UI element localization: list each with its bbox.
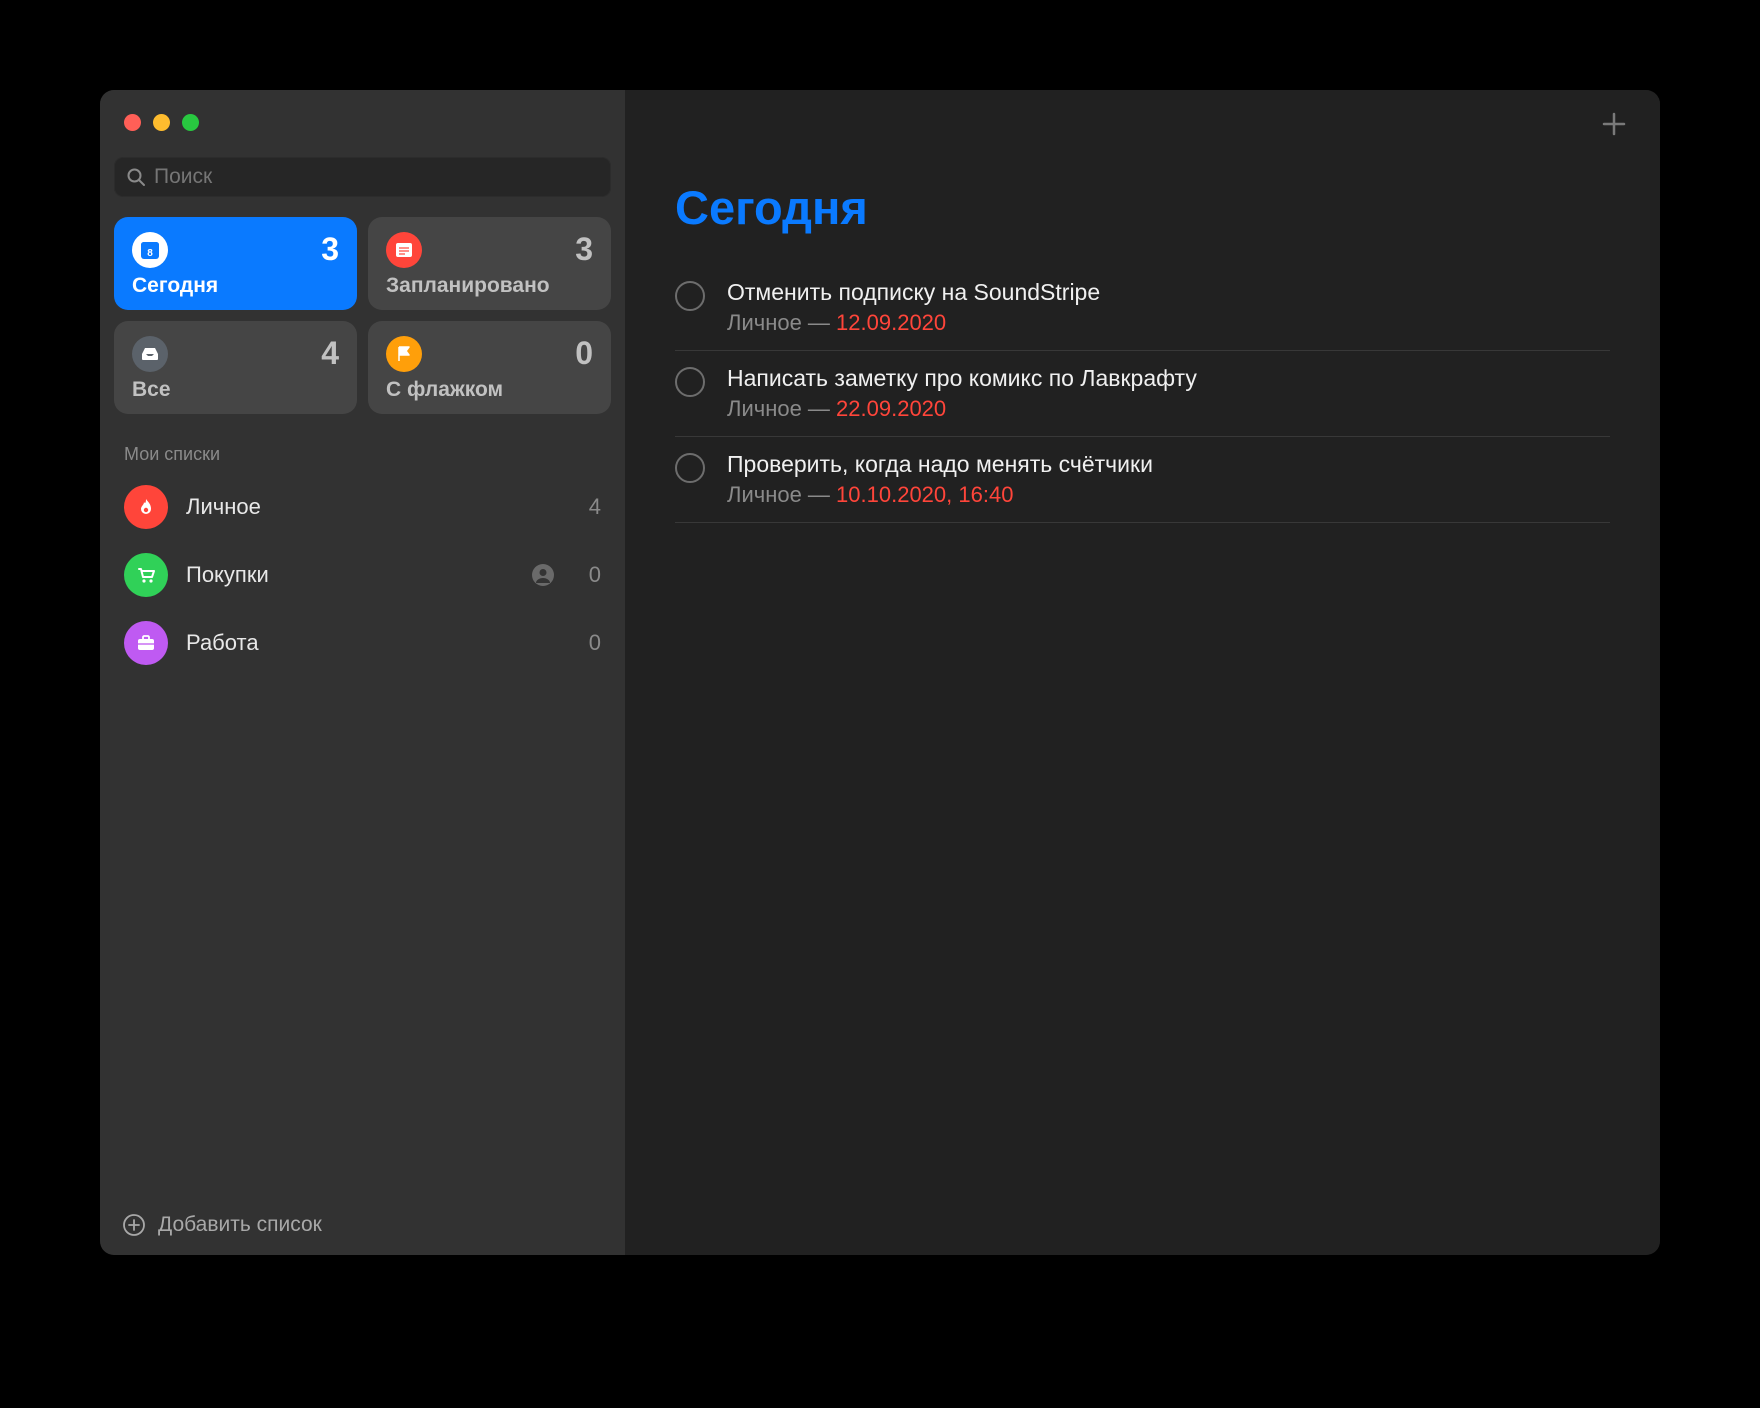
smart-label: Сегодня — [132, 274, 339, 298]
smart-count: 3 — [321, 231, 339, 268]
reminder-list-name: Личное — — [727, 396, 836, 421]
list-item-work[interactable]: Работа 0 — [114, 609, 611, 677]
smart-label: С флажком — [386, 378, 593, 402]
list-count: 0 — [583, 630, 601, 656]
complete-checkbox[interactable] — [675, 281, 705, 311]
smart-label: Запланировано — [386, 274, 593, 298]
smart-list-all[interactable]: 4 Все — [114, 321, 357, 414]
reminder-list-name: Личное — — [727, 310, 836, 335]
lists-header: Мои списки — [114, 444, 611, 473]
reminder-title: Отменить подписку на SoundStripe — [727, 279, 1610, 306]
main-panel: Сегодня Отменить подписку на SoundStripe… — [625, 90, 1660, 1255]
app-window: 8 3 Сегодня — [100, 90, 1660, 1255]
briefcase-icon — [124, 621, 168, 665]
reminder-list-name: Личное — — [727, 482, 836, 507]
reminder-title: Написать заметку про комикс по Лавкрафту — [727, 365, 1610, 392]
search-input[interactable] — [154, 165, 599, 189]
reminder-date: 12.09.2020 — [836, 310, 946, 335]
page-title: Сегодня — [675, 180, 1610, 235]
list-count: 4 — [583, 494, 601, 520]
smart-list-scheduled[interactable]: 3 Запланировано — [368, 217, 611, 310]
list-item-shopping[interactable]: Покупки 0 — [114, 541, 611, 609]
list-item-personal[interactable]: Личное 4 — [114, 473, 611, 541]
cart-icon — [124, 553, 168, 597]
search-field[interactable] — [114, 157, 611, 197]
plus-icon — [1600, 110, 1628, 138]
reminder-meta: Личное — 10.10.2020, 16:40 — [727, 482, 1610, 508]
reminder-date: 22.09.2020 — [836, 396, 946, 421]
reminder-date: 10.10.2020, 16:40 — [836, 482, 1013, 507]
svg-text:8: 8 — [147, 248, 153, 259]
list-name: Личное — [186, 494, 565, 520]
shared-icon — [531, 563, 555, 587]
tray-icon — [132, 336, 168, 372]
maximize-window-button[interactable] — [182, 114, 199, 131]
smart-label: Все — [132, 378, 339, 402]
reminder-item[interactable]: Проверить, когда надо менять счётчики Ли… — [675, 437, 1610, 523]
add-list-button[interactable]: Добавить список — [122, 1213, 322, 1237]
reminder-meta: Личное — 12.09.2020 — [727, 310, 1610, 336]
reminder-item[interactable]: Написать заметку про комикс по Лавкрафту… — [675, 351, 1610, 437]
window-controls — [114, 110, 611, 157]
list-count: 0 — [583, 562, 601, 588]
smart-lists-grid: 8 3 Сегодня — [114, 217, 611, 414]
list-name: Покупки — [186, 562, 513, 588]
list-name: Работа — [186, 630, 565, 656]
reminder-meta: Личное — 22.09.2020 — [727, 396, 1610, 422]
complete-checkbox[interactable] — [675, 367, 705, 397]
smart-list-flagged[interactable]: 0 С флажком — [368, 321, 611, 414]
minimize-window-button[interactable] — [153, 114, 170, 131]
calendar-icon — [386, 232, 422, 268]
complete-checkbox[interactable] — [675, 453, 705, 483]
search-icon — [126, 167, 146, 187]
reminder-title: Проверить, когда надо менять счётчики — [727, 451, 1610, 478]
sidebar: 8 3 Сегодня — [100, 90, 625, 1255]
reminder-item[interactable]: Отменить подписку на SoundStripe Личное … — [675, 265, 1610, 351]
plus-circle-icon — [122, 1213, 146, 1237]
smart-count: 0 — [575, 335, 593, 372]
smart-count: 3 — [575, 231, 593, 268]
new-reminder-button[interactable] — [1600, 110, 1628, 143]
flag-icon — [386, 336, 422, 372]
smart-list-today[interactable]: 8 3 Сегодня — [114, 217, 357, 310]
calendar-today-icon: 8 — [132, 232, 168, 268]
flame-icon — [124, 485, 168, 529]
close-window-button[interactable] — [124, 114, 141, 131]
smart-count: 4 — [321, 335, 339, 372]
add-list-label: Добавить список — [158, 1213, 322, 1237]
